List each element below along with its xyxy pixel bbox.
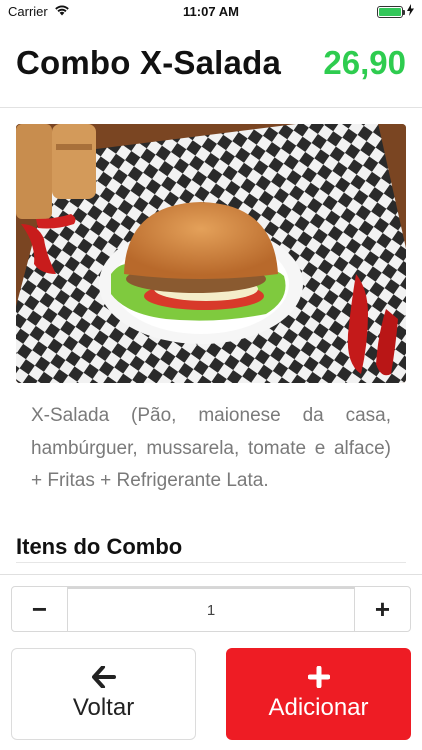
page-title: Combo X-Salada	[16, 44, 282, 81]
charging-bolt-icon	[407, 4, 414, 19]
scroll-divider	[0, 574, 422, 575]
arrow-left-icon	[91, 666, 116, 688]
product-image	[16, 124, 406, 383]
section-divider	[16, 562, 406, 563]
battery-icon	[377, 5, 405, 18]
quantity-stepper: − 1 +	[11, 586, 411, 632]
status-right	[377, 4, 414, 19]
status-bar: Carrier 11:07 AM	[0, 0, 422, 24]
price-label: 26,90	[323, 44, 406, 81]
combo-items-heading: Itens do Combo	[16, 534, 183, 559]
quantity-value[interactable]: 1	[68, 587, 354, 631]
decrease-quantity-button[interactable]: −	[12, 587, 68, 631]
product-description: X-Salada (Pão, maionese da casa, hambúrg…	[31, 405, 391, 491]
add-to-cart-button[interactable]: Adicionar	[226, 648, 411, 740]
back-button[interactable]: Voltar	[11, 648, 196, 740]
product-header: Combo X-Salada 26,90	[0, 24, 422, 108]
status-time: 11:07 AM	[183, 4, 239, 19]
plus-icon	[307, 666, 330, 688]
add-button-label: Adicionar	[268, 694, 369, 721]
back-button-label: Voltar	[72, 694, 135, 721]
battery-fill	[379, 7, 401, 16]
increase-quantity-button[interactable]: +	[354, 587, 410, 631]
